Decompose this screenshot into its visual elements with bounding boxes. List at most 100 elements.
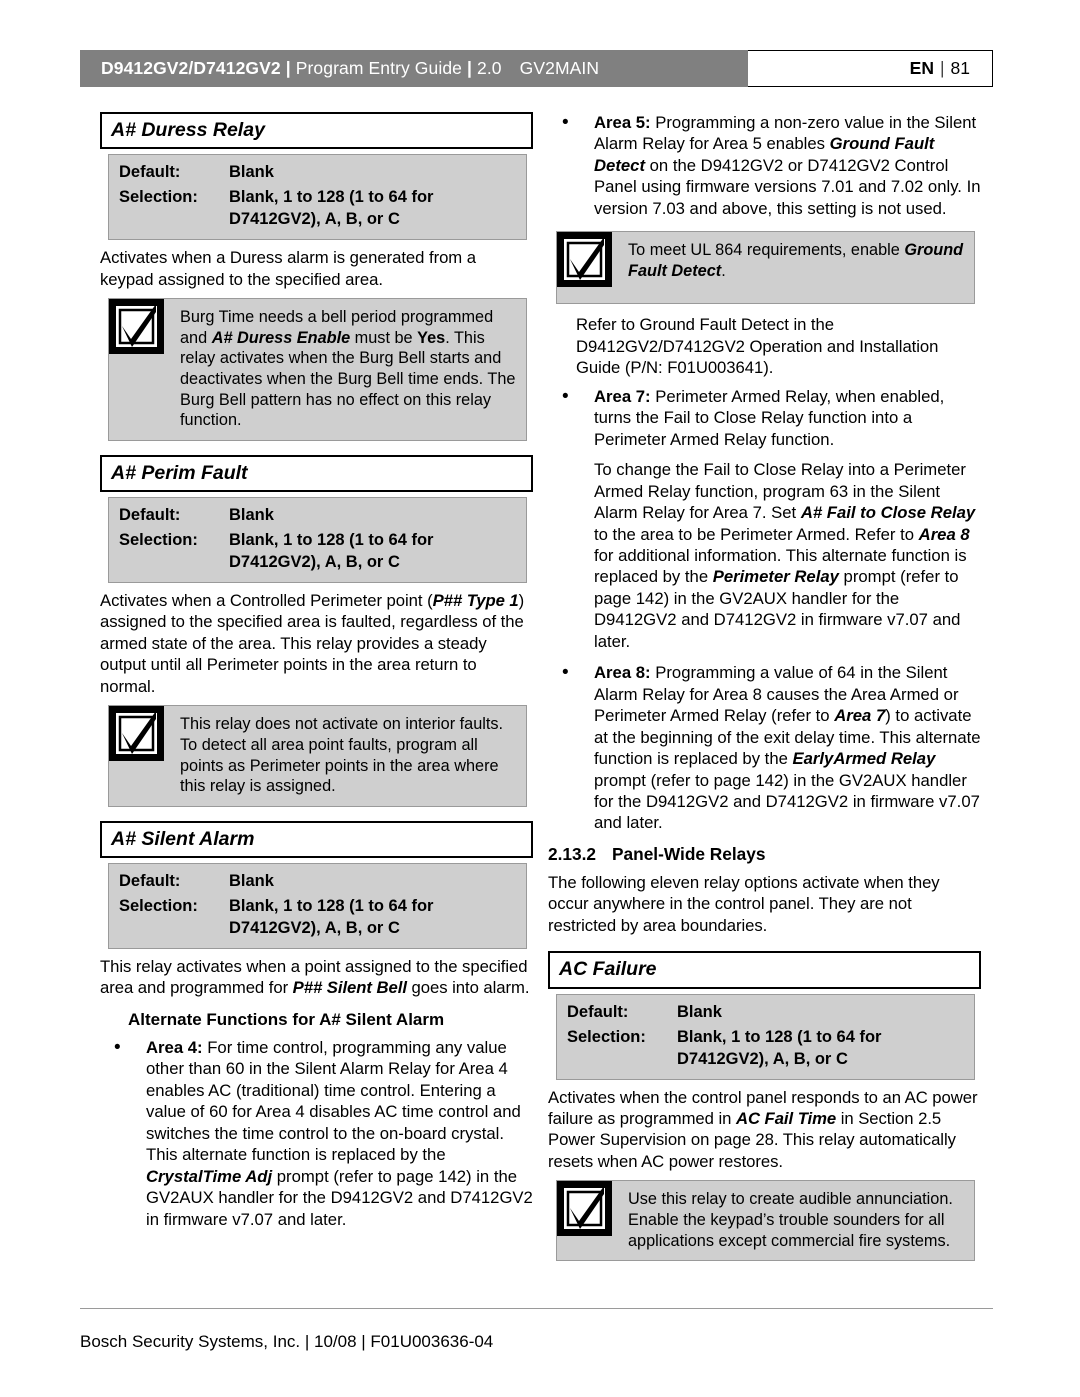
notice-text-ul864: To meet UL 864 requirements, enable Grou… [612, 232, 974, 303]
header-separator-1: | [285, 58, 291, 78]
section-number: 2.13.2 [548, 843, 597, 864]
notice-ul864-part2: . [721, 261, 726, 280]
spec-label-selection: Selection: [119, 897, 198, 916]
bullet-item-area8: Area 8: Programming a value of 64 in the… [548, 661, 981, 834]
bullet-area5-label: Area 5: [594, 113, 651, 132]
bullet-list-area5: Area 5: Programming a non-zero value in … [548, 111, 981, 219]
bullet-area4-emphasis: CrystalTime Adj [146, 1166, 273, 1186]
footer-divider [80, 1308, 993, 1309]
notice-duress-relay: Burg Time needs a bell period programmed… [108, 298, 527, 441]
silent-body-emphasis: P## Silent Bell [292, 978, 407, 998]
notice-icon-cell [109, 706, 164, 805]
notice-text-ac-failure: Use this relay to create audible annunci… [628, 1190, 953, 1250]
ac-body-emphasis: AC Fail Time [735, 1108, 837, 1128]
spec-value-selection-line2: D7412GV2), A, B, or C [677, 1049, 848, 1068]
spec-value-selection: Blank, 1 to 128 (1 to 64 for D7412GV2), … [677, 1027, 966, 1071]
spec-value-selection-line2: D7412GV2), A, B, or C [229, 553, 400, 572]
spec-value-selection-line1: Blank, 1 to 128 (1 to 64 for [229, 897, 434, 916]
spec-value-selection-line1: Blank, 1 to 128 (1 to 64 for [677, 1027, 882, 1046]
prompt-title-perim-fault: A# Perim Fault [100, 454, 533, 493]
spec-row-default: Default: Blank [119, 505, 518, 527]
bullet-item-area7: Area 7: Perimeter Armed Relay, when enab… [548, 385, 981, 652]
check-box-icon [109, 706, 164, 762]
header-page-box: EN | 81 [748, 50, 993, 87]
section-ac-failure: AC Failure Default: Blank Selection: Bla… [548, 951, 981, 1262]
spec-label-default: Default: [119, 506, 181, 525]
notice-text-duress-relay: Burg Time needs a bell period programmed… [164, 299, 526, 440]
notice-duress-emphasis2: Yes [417, 328, 446, 347]
paragraph-panel-wide-relays: The following eleven relay options activ… [548, 872, 940, 935]
bullet-area7-label: Area 7: [594, 386, 651, 406]
bullet-area7-text-2: To change the Fail to Close Relay into a… [594, 459, 981, 652]
spec-value-default: Blank [229, 163, 274, 182]
spec-table-duress-relay: Default: Blank Selection: Blank, 1 to 12… [108, 154, 527, 241]
check-box-icon [109, 299, 164, 355]
spec-row-selection: Selection: Blank, 1 to 128 (1 to 64 for … [119, 187, 518, 231]
spec-value-selection: Blank, 1 to 128 (1 to 64 for D7412GV2), … [229, 896, 518, 940]
spec-table-silent-alarm: Default: Blank Selection: Blank, 1 to 12… [108, 863, 527, 949]
spec-value-selection: Blank, 1 to 128 (1 to 64 for D7412GV2), … [229, 530, 518, 574]
check-box-icon [557, 1181, 612, 1237]
bullet-area7-p2-part2: to the area to be Perimeter Armed. Refer… [594, 524, 919, 544]
spec-value-selection-line2: D7412GV2), A, B, or C [229, 919, 400, 938]
bullet-area5-text: Area 5: Programming a non-zero value in … [594, 112, 981, 219]
paragraph-ac-failure-body: Activates when the control panel respond… [548, 1087, 981, 1173]
paragraph-duress-relay-body: Activates when a Duress alarm is generat… [100, 248, 476, 289]
section-duress-relay: A# Duress Relay Default: Blank Selection… [100, 112, 533, 441]
notice-ul864: To meet UL 864 requirements, enable Grou… [556, 231, 975, 305]
section-heading-panel-wide-relays: 2.13.2 Panel-Wide Relays [548, 844, 981, 865]
header-handler: GV2MAIN [519, 58, 600, 78]
spec-label-selection: Selection: [119, 188, 198, 207]
bullet-list-alternate-functions: Area 4: For time control, programming an… [100, 1036, 533, 1230]
header-product: D9412GV2/D7412GV2 [101, 58, 281, 78]
notice-text-perim-fault: This relay does not activate on interior… [180, 715, 504, 796]
paragraph-silent-alarm-body: This relay activates when a point assign… [100, 956, 533, 999]
spec-label-selection: Selection: [567, 1027, 646, 1046]
bullet-area8-part3: prompt (refer to page 142) in the GV2AUX… [594, 770, 980, 833]
header-guide: Program Entry Guide [295, 58, 463, 78]
bullet-area7-p2-emphasis1: A# Fail to Close Relay [800, 503, 976, 523]
section-title: Panel-Wide Relays [612, 843, 766, 864]
document-page: D9412GV2/D7412GV2 | Program Entry Guide … [0, 0, 1080, 1397]
notice-icon-cell [557, 232, 612, 303]
bullet-area8-label: Area 8: [594, 663, 651, 683]
check-box-icon [557, 232, 612, 288]
bullet-area5-part2: on the D9412GV2 or D7412GV2 Control Pane… [594, 155, 981, 218]
notice-perim-fault: This relay does not activate on interior… [108, 705, 527, 807]
section-perim-fault: A# Perim Fault Default: Blank Selection:… [100, 454, 533, 807]
spec-row-default: Default: Blank [567, 1002, 966, 1024]
spec-value-default: Blank [229, 506, 274, 525]
bullet-item-area5: Area 5: Programming a non-zero value in … [548, 111, 981, 219]
bullet-list-area7: Area 7: Perimeter Armed Relay, when enab… [548, 385, 981, 652]
notice-icon-cell [109, 299, 164, 440]
section-silent-alarm: A# Silent Alarm Default: Blank Selection… [100, 820, 533, 1230]
perim-body-emphasis: P## Type 1 [432, 591, 519, 611]
spec-row-selection: Selection: Blank, 1 to 128 (1 to 64 for … [119, 530, 518, 574]
header-separator-2: | [467, 58, 473, 78]
spec-table-ac-failure: Default: Blank Selection: Blank, 1 to 12… [556, 993, 975, 1080]
spec-value-selection-line2: D7412GV2), A, B, or C [229, 210, 400, 229]
spec-label-default: Default: [119, 872, 181, 891]
footer-text: Bosch Security Systems, Inc. | 10/08 | F… [80, 1332, 494, 1351]
bullet-item-area4: Area 4: For time control, programming an… [100, 1036, 533, 1230]
bullet-list-area8: Area 8: Programming a value of 64 in the… [548, 661, 981, 834]
header-separator-3: | [939, 58, 945, 78]
bullet-area4-part1: For time control, programming any value … [146, 1037, 521, 1165]
spec-label-selection: Selection: [119, 531, 198, 550]
left-column: A# Duress Relay Default: Blank Selection… [100, 112, 533, 1232]
silent-body-part2: goes into alarm. [406, 978, 530, 998]
header-version: 2.0 [477, 58, 502, 78]
notice-ac-failure: Use this relay to create audible annunci… [556, 1180, 975, 1262]
header-language: EN [909, 58, 934, 78]
bullet-area7-p2-emphasis2: Area 8 [918, 524, 970, 544]
bullet-area4-text: Area 4: For time control, programming an… [146, 1037, 533, 1230]
spec-row-default: Default: Blank [119, 162, 518, 184]
page-header: D9412GV2/D7412GV2 | Program Entry Guide … [80, 50, 993, 87]
spec-value-default: Blank [229, 872, 274, 891]
spec-value-selection: Blank, 1 to 128 (1 to 64 for D7412GV2), … [229, 187, 518, 231]
bullet-area8-text: Area 8: Programming a value of 64 in the… [594, 662, 981, 834]
paragraph-perim-fault-body: Activates when a Controlled Perimeter po… [100, 590, 533, 697]
header-page-number: 81 [950, 58, 970, 78]
bullet-area4-label: Area 4: [146, 1037, 203, 1057]
paragraph-refer-ground-fault: Refer to Ground Fault Detect in the D941… [576, 315, 939, 378]
